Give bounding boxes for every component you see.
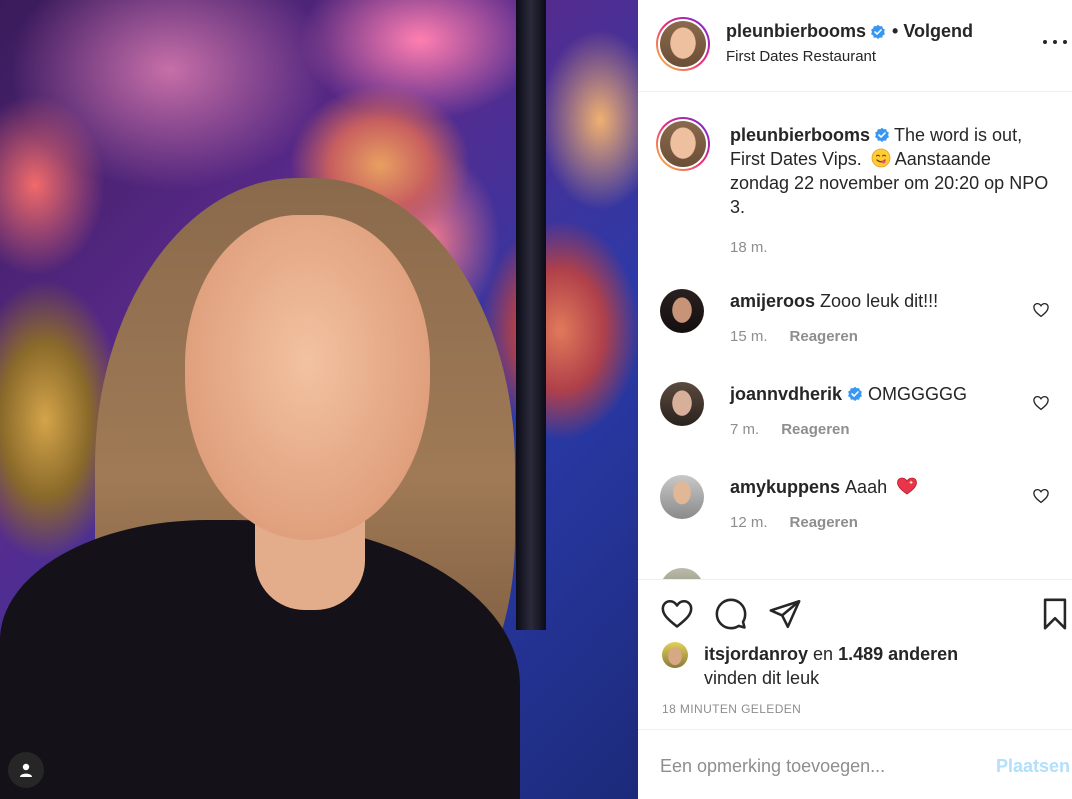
comment-heart-icon[interactable] (1032, 301, 1050, 319)
comment-text-row: amijeroos Zooo leuk dit!!! (730, 289, 938, 313)
commenter-username[interactable]: amykuppens (730, 477, 840, 497)
likes-text: itsjordanroy en 1.489 anderen vinden dit… (704, 642, 1024, 690)
comment-time[interactable]: 15 m. (730, 328, 768, 345)
reply-button[interactable]: Reageren (790, 514, 858, 531)
verified-badge-icon (871, 24, 885, 39)
more-options-button[interactable] (1043, 34, 1067, 50)
verified-badge-icon (875, 127, 889, 142)
comment-text: OMGGGGG (868, 384, 968, 404)
post-location-link[interactable]: First Dates Restaurant (726, 48, 876, 65)
add-comment-form: Plaatsen (638, 729, 1072, 799)
more-icon-dot (1053, 40, 1057, 44)
header-user-row: pleunbierbooms • Volgend (726, 21, 973, 42)
verified-badge-icon (848, 386, 862, 401)
comment-heart-icon[interactable] (1032, 487, 1050, 505)
reply-button[interactable]: Reageren (781, 421, 849, 438)
follow-status-button[interactable]: • Volgend (892, 21, 973, 42)
post-photo[interactable] (0, 0, 638, 799)
heart-icon[interactable] (660, 597, 694, 631)
comment-input[interactable] (660, 753, 980, 779)
reply-button[interactable]: Reageren (790, 328, 858, 345)
comment-meta: 12 m. Reageren (730, 514, 858, 531)
comments-list[interactable]: pleunbierbooms The word is out, First Da… (638, 93, 1072, 579)
commenter-avatar[interactable] (660, 475, 704, 519)
post-details-panel: pleunbierbooms • Volgend First Dates Res… (638, 0, 1072, 799)
more-icon-dot (1063, 40, 1067, 44)
author-username[interactable]: pleunbierbooms (726, 21, 866, 42)
commenter-avatar[interactable] (660, 568, 704, 579)
commenter-avatar[interactable] (660, 289, 704, 333)
photo-pole (516, 0, 546, 630)
bookmark-icon[interactable] (1038, 597, 1072, 631)
comment-time[interactable]: 7 m. (730, 421, 759, 438)
more-icon-dot (1043, 40, 1047, 44)
commenter-username[interactable]: joannvdherik (730, 384, 842, 404)
likes-connector: en (813, 644, 834, 664)
comment-text: Zooo leuk dit!!! (820, 291, 939, 311)
post-caption: pleunbierbooms The word is out, First Da… (730, 123, 1050, 219)
comment-item: joannvdherik OMGGGGG 7 m. Reageren (638, 382, 1072, 476)
comment-text-row: joannvdherik OMGGGGG (730, 382, 967, 406)
post-header: pleunbierbooms • Volgend First Dates Res… (638, 0, 1072, 92)
comment-item: amijeroos Zooo leuk dit!!! 15 m. Reageren (638, 289, 1072, 383)
user-tag-button[interactable] (8, 752, 44, 788)
comment-item: amykuppens Aaah 12 m. Reageren (638, 475, 1072, 569)
comment-icon[interactable] (714, 597, 748, 631)
liker-username[interactable]: itsjordanroy (704, 644, 808, 664)
user-tag-icon (20, 763, 32, 777)
comment-item-partial (638, 568, 1072, 579)
comment-heart-icon[interactable] (1032, 394, 1050, 412)
post-timestamp[interactable]: 18 MINUTEN GELEDEN (662, 702, 801, 716)
caption-author-username[interactable]: pleunbierbooms (730, 125, 870, 145)
share-icon[interactable] (768, 597, 802, 631)
post-comment-button[interactable]: Plaatsen (996, 756, 1070, 777)
liker-avatar[interactable] (662, 642, 688, 668)
comment-meta: 15 m. Reageren (730, 328, 858, 345)
comment-meta: 7 m. Reageren (730, 421, 850, 438)
commenter-avatar[interactable] (660, 382, 704, 426)
comment-text: Aaah (845, 477, 888, 497)
comment-text-row: amykuppens Aaah (730, 475, 918, 499)
post-actions: itsjordanroy en 1.489 anderen vinden dit… (638, 579, 1072, 729)
likes-summary: itsjordanroy en 1.489 anderen vinden dit… (662, 642, 1024, 690)
caption-time[interactable]: 18 m. (730, 239, 768, 256)
author-avatar[interactable] (656, 17, 710, 71)
comment-time[interactable]: 12 m. (730, 514, 768, 531)
commenter-username[interactable]: amijeroos (730, 291, 815, 311)
likes-suffix: vinden dit leuk (704, 668, 820, 688)
sparkling-heart-emoji-icon (897, 477, 918, 495)
caption-author-avatar[interactable] (656, 117, 710, 171)
likes-others-link[interactable]: 1.489 anderen (838, 644, 958, 664)
photo-person-face (185, 215, 430, 540)
face-savoring-food-emoji-icon (871, 148, 891, 168)
